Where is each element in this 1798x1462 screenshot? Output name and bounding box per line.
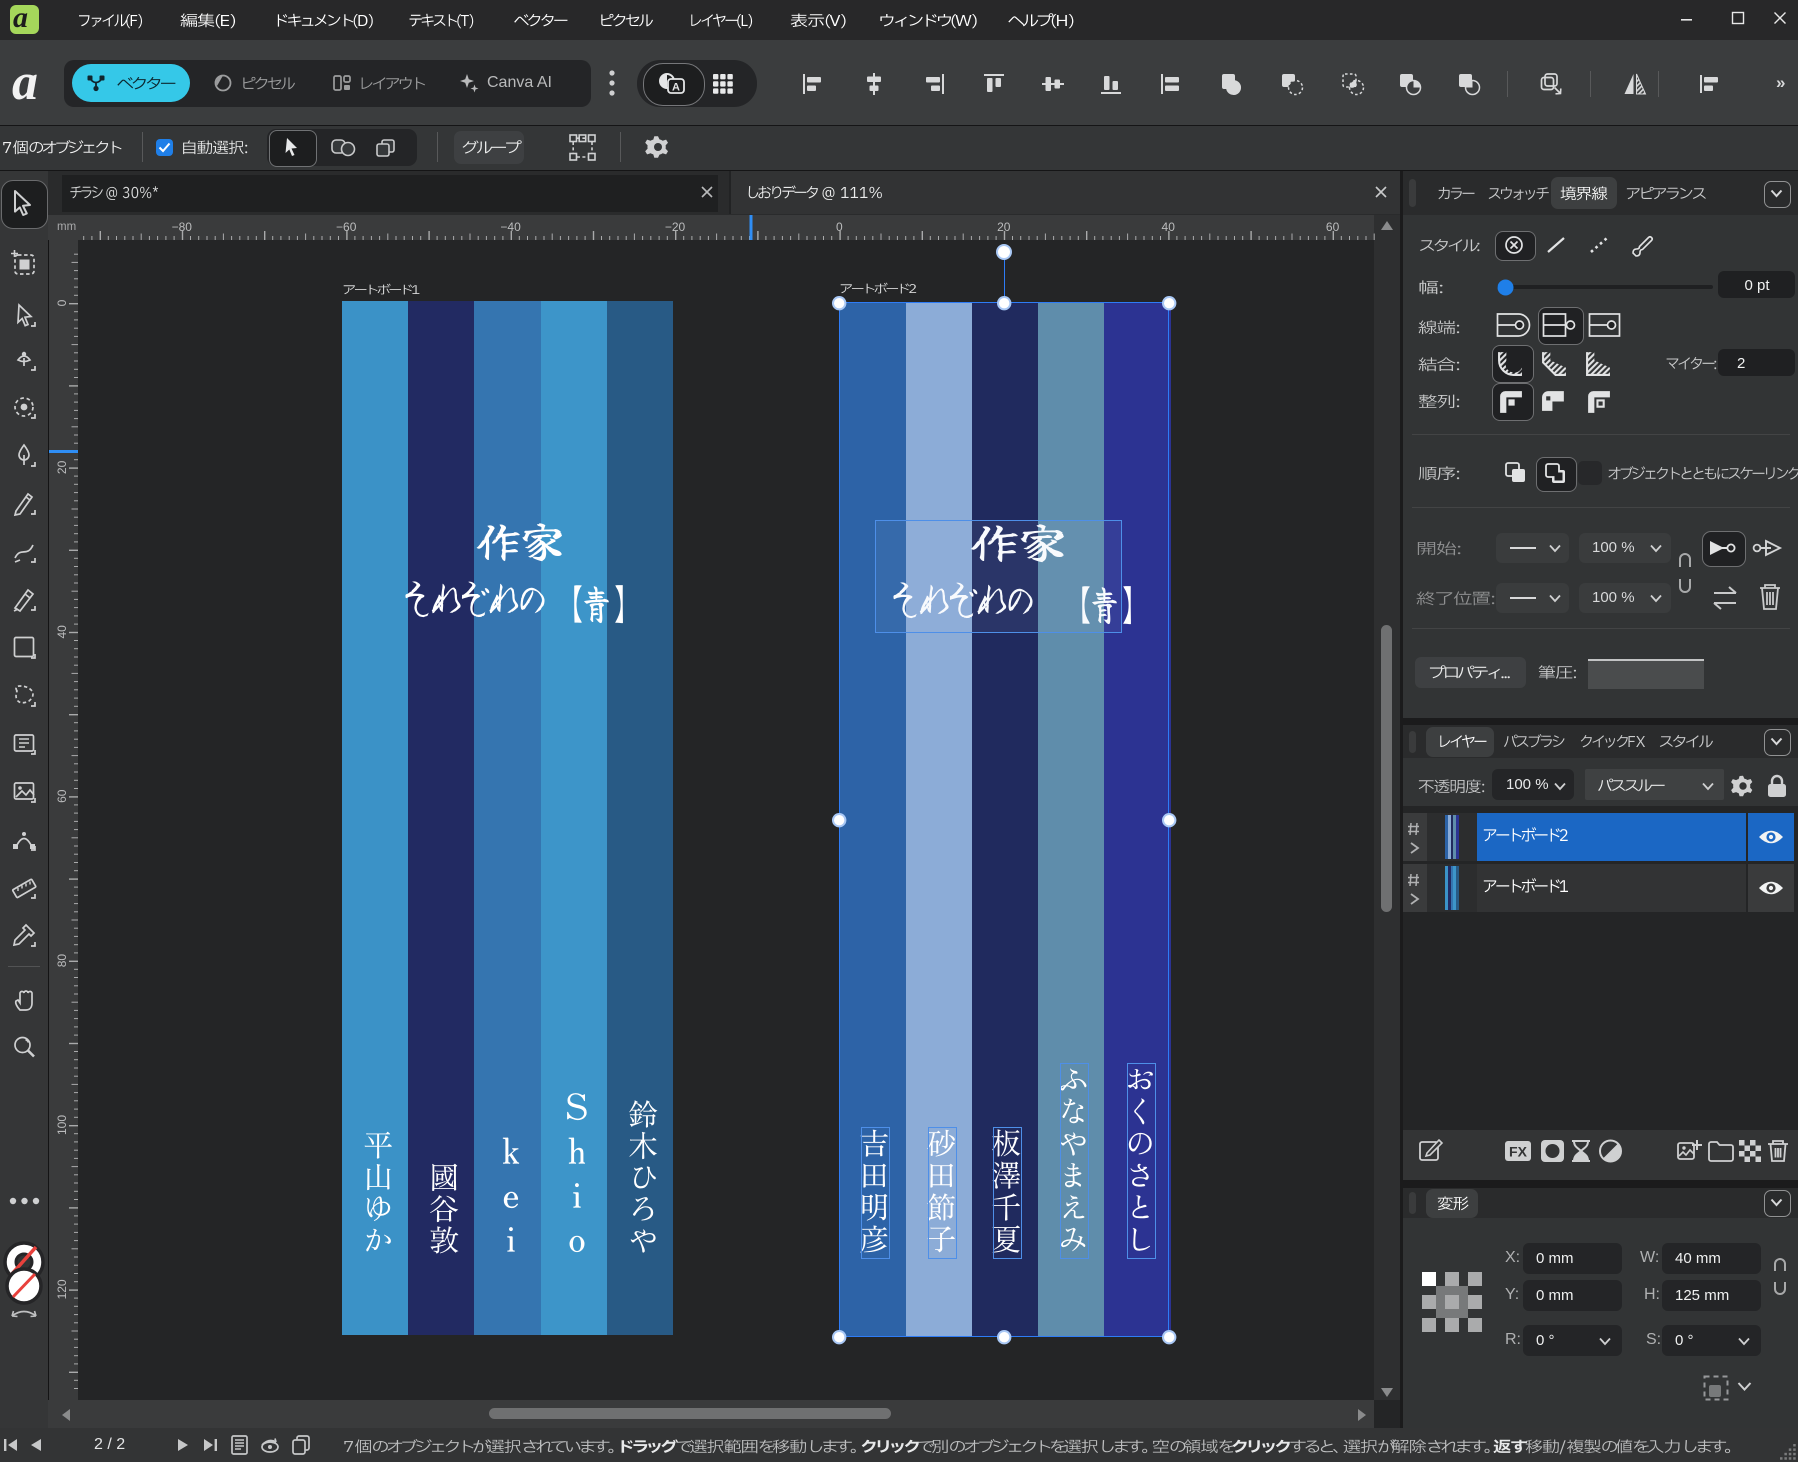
- svg-text:−20: −20: [665, 220, 686, 234]
- svg-text:40: 40: [1162, 220, 1176, 234]
- svg-text:0: 0: [836, 220, 843, 234]
- svg-text:−60: −60: [336, 220, 357, 234]
- svg-text:−40: −40: [500, 220, 521, 234]
- svg-text:20: 20: [997, 220, 1011, 234]
- svg-text:FX: FX: [1509, 1144, 1528, 1160]
- svg-text:100: 100: [55, 1115, 69, 1135]
- svg-text:60: 60: [1326, 220, 1340, 234]
- svg-text:80: 80: [55, 954, 69, 968]
- svg-text:−80: −80: [172, 220, 193, 234]
- svg-text:120: 120: [55, 1279, 69, 1299]
- svg-text:0: 0: [55, 299, 69, 306]
- svg-text:20: 20: [55, 460, 69, 474]
- svg-text:40: 40: [55, 625, 69, 639]
- svg-text:A: A: [672, 82, 680, 94]
- svg-text:60: 60: [55, 789, 69, 803]
